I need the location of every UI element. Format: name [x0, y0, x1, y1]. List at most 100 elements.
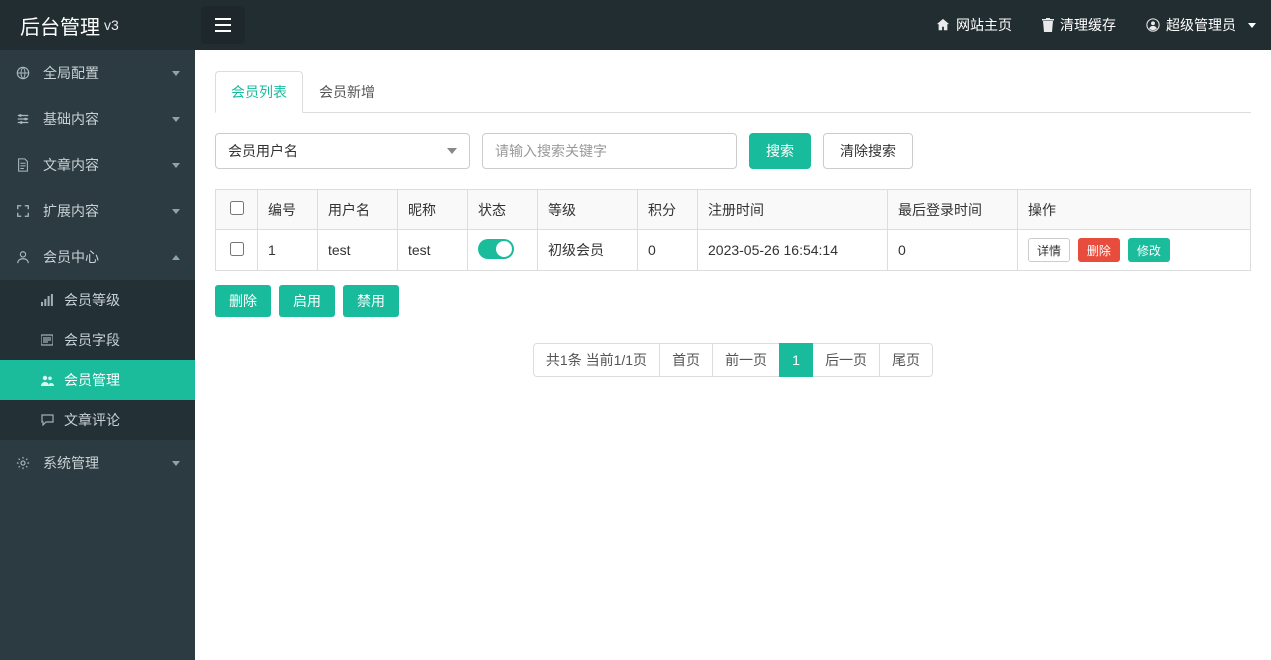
sidebar-subitem-label: 会员管理	[64, 370, 120, 390]
expand-icon	[15, 204, 31, 218]
caret-down-icon	[447, 148, 457, 154]
chevron-down-icon	[172, 461, 180, 466]
row-detail-button[interactable]: 详情	[1028, 238, 1070, 262]
sidebar-subitem-member-manage[interactable]: 会员管理	[0, 360, 195, 400]
chevron-down-icon	[172, 163, 180, 168]
chevron-down-icon	[172, 71, 180, 76]
chevron-down-icon	[172, 209, 180, 214]
search-button[interactable]: 搜索	[749, 133, 811, 169]
nav-clear-cache-link[interactable]: 清理缓存	[1027, 0, 1131, 50]
nav-clear-cache-label: 清理缓存	[1060, 15, 1116, 35]
row-checkbox[interactable]	[230, 242, 244, 256]
nav-user-label: 超级管理员	[1166, 15, 1236, 35]
sidebar-item-label: 会员中心	[43, 247, 99, 267]
batch-disable-button[interactable]: 禁用	[343, 285, 399, 317]
sidebar-subitem-member-level[interactable]: 会员等级	[0, 280, 195, 320]
sidebar-item-basic-content[interactable]: 基础内容	[0, 96, 195, 142]
page-last[interactable]: 尾页	[879, 343, 933, 377]
th-last-login: 最后登录时间	[898, 202, 982, 218]
th-username: 用户名	[328, 202, 370, 218]
bars-signal-icon	[40, 294, 54, 306]
content-area: 会员列表 会员新增 会员用户名 搜索 清除搜索	[195, 50, 1271, 660]
cell-id: 1	[268, 242, 276, 258]
bars-icon	[215, 18, 231, 32]
sidebar-item-member-center[interactable]: 会员中心	[0, 234, 195, 280]
gear-icon	[15, 456, 31, 470]
navbar: 后台管理 v3 网站主页 清理缓存 超级管理员	[0, 0, 1271, 50]
sidebar-item-label: 文章内容	[43, 155, 99, 175]
table-row: 1 test test 初级会员 0 2023-05-26 16:54:14 0…	[216, 230, 1251, 271]
sidebar-item-global-config[interactable]: 全局配置	[0, 50, 195, 96]
sidebar-subitem-article-comment[interactable]: 文章评论	[0, 400, 195, 440]
sliders-icon	[15, 112, 31, 126]
select-value: 会员用户名	[228, 141, 298, 161]
user-icon	[1146, 18, 1160, 32]
th-id: 编号	[268, 202, 296, 218]
user-outline-icon	[15, 250, 31, 264]
button-label: 搜索	[766, 141, 794, 161]
cell-reg-time: 2023-05-26 16:54:14	[708, 242, 838, 258]
nav-user-menu[interactable]: 超级管理员	[1131, 0, 1271, 50]
table-header-row: 编号 用户名 昵称 状态 等级 积分 注册时间 最后登录时间 操作	[216, 190, 1251, 230]
row-delete-button[interactable]: 删除	[1078, 238, 1120, 262]
select-all-checkbox[interactable]	[230, 201, 244, 215]
batch-enable-button[interactable]: 启用	[279, 285, 335, 317]
cell-score: 0	[648, 242, 656, 258]
sidebar-item-system-manage[interactable]: 系统管理	[0, 440, 195, 486]
sidebar-item-label: 扩展内容	[43, 201, 99, 221]
page-current[interactable]: 1	[779, 343, 813, 377]
th-score: 积分	[648, 202, 676, 218]
cell-level: 初级会员	[548, 242, 604, 258]
brand-version: v3	[104, 17, 119, 33]
sidebar-submenu-member: 会员等级 会员字段 会员管理 文章评论	[0, 280, 195, 440]
cell-username: test	[328, 242, 351, 258]
page-first[interactable]: 首页	[659, 343, 713, 377]
th-reg-time: 注册时间	[708, 202, 764, 218]
sidebar-item-label: 全局配置	[43, 63, 99, 83]
sidebar-item-extend-content[interactable]: 扩展内容	[0, 188, 195, 234]
sidebar-subitem-member-field[interactable]: 会员字段	[0, 320, 195, 360]
row-edit-button[interactable]: 修改	[1128, 238, 1170, 262]
status-toggle[interactable]	[478, 239, 514, 259]
sidebar-subitem-label: 会员等级	[64, 290, 120, 310]
batch-delete-button[interactable]: 删除	[215, 285, 271, 317]
th-level: 等级	[548, 202, 576, 218]
page-next[interactable]: 后一页	[812, 343, 880, 377]
pagination: 共1条 当前1/1页 首页 前一页 1 后一页 尾页	[215, 343, 1251, 377]
th-action: 操作	[1028, 202, 1056, 218]
search-keyword-input[interactable]	[482, 133, 737, 169]
trash-icon	[1042, 18, 1054, 32]
search-field-select[interactable]: 会员用户名	[215, 133, 470, 169]
nav-home-link[interactable]: 网站主页	[921, 0, 1027, 50]
list-icon	[40, 334, 54, 346]
page-prev[interactable]: 前一页	[712, 343, 780, 377]
cell-nickname: test	[408, 242, 431, 258]
tab-label: 会员新增	[319, 84, 375, 100]
sidebar-toggle-button[interactable]	[201, 6, 245, 44]
th-nickname: 昵称	[408, 202, 436, 218]
home-icon	[936, 18, 950, 32]
tab-member-list[interactable]: 会员列表	[215, 71, 303, 113]
sidebar: 全局配置 基础内容 文章内容 扩展内容 会员中心 会员等级	[0, 50, 195, 660]
cell-last-login: 0	[898, 242, 906, 258]
sidebar-subitem-label: 会员字段	[64, 330, 120, 350]
users-icon	[40, 374, 54, 386]
sidebar-item-label: 系统管理	[43, 453, 99, 473]
tab-member-add[interactable]: 会员新增	[303, 71, 391, 113]
page-info: 共1条 当前1/1页	[533, 343, 660, 377]
nav-home-label: 网站主页	[956, 15, 1012, 35]
comment-icon	[40, 414, 54, 426]
caret-down-icon	[1248, 23, 1256, 28]
member-table: 编号 用户名 昵称 状态 等级 积分 注册时间 最后登录时间 操作 1 test…	[215, 189, 1251, 271]
search-row: 会员用户名 搜索 清除搜索	[215, 133, 1251, 169]
file-text-icon	[15, 158, 31, 172]
sidebar-subitem-label: 文章评论	[64, 410, 120, 430]
sidebar-item-label: 基础内容	[43, 109, 99, 129]
chevron-up-icon	[172, 255, 180, 260]
sidebar-item-article-content[interactable]: 文章内容	[0, 142, 195, 188]
brand[interactable]: 后台管理 v3	[0, 0, 195, 50]
th-status: 状态	[478, 202, 506, 218]
batch-actions: 删除 启用 禁用	[215, 285, 1251, 317]
clear-search-button[interactable]: 清除搜索	[823, 133, 913, 169]
chevron-down-icon	[172, 117, 180, 122]
